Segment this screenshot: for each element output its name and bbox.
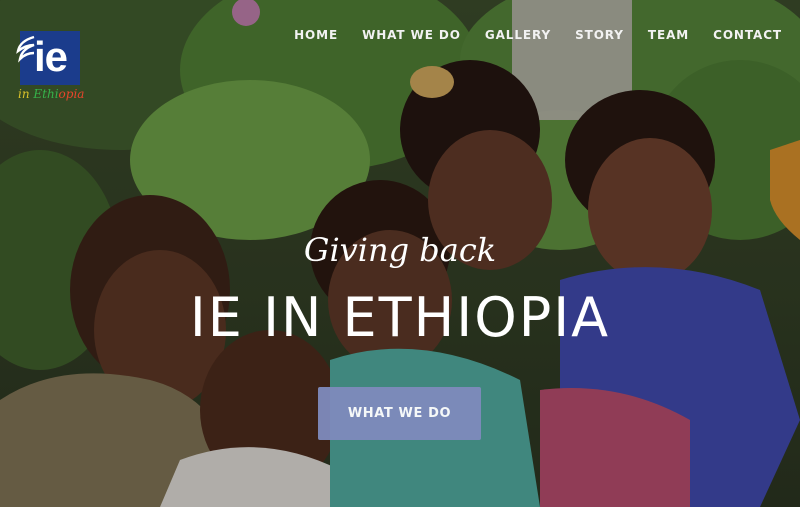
logo-subtitle-part-3: opia xyxy=(58,87,85,101)
logo-subtitle-part-2: Ethi xyxy=(33,87,59,101)
logo-mark: ie xyxy=(34,33,68,80)
hero-headline: IE IN ETHIOPIA xyxy=(189,286,611,349)
hero-section: ie in Ethiopia HOME WHAT WE DO GALLERY S… xyxy=(0,0,800,507)
logo-wing-icon xyxy=(16,35,35,63)
nav-item-home[interactable]: HOME xyxy=(294,28,338,42)
nav-item-contact[interactable]: CONTACT xyxy=(713,28,782,42)
logo-subtitle: in Ethiopia xyxy=(18,87,84,101)
nav-item-gallery[interactable]: GALLERY xyxy=(485,28,551,42)
nav-item-story[interactable]: STORY xyxy=(575,28,624,42)
main-nav: HOME WHAT WE DO GALLERY STORY TEAM CONTA… xyxy=(270,28,782,42)
nav-item-what-we-do[interactable]: WHAT WE DO xyxy=(362,28,461,42)
what-we-do-button[interactable]: WHAT WE DO xyxy=(318,387,481,440)
nav-item-team[interactable]: TEAM xyxy=(648,28,689,42)
logo-subtitle-part-1: in xyxy=(18,87,34,101)
hero-tagline: Giving back xyxy=(303,231,497,269)
site-logo[interactable]: ie in Ethiopia xyxy=(16,31,92,109)
